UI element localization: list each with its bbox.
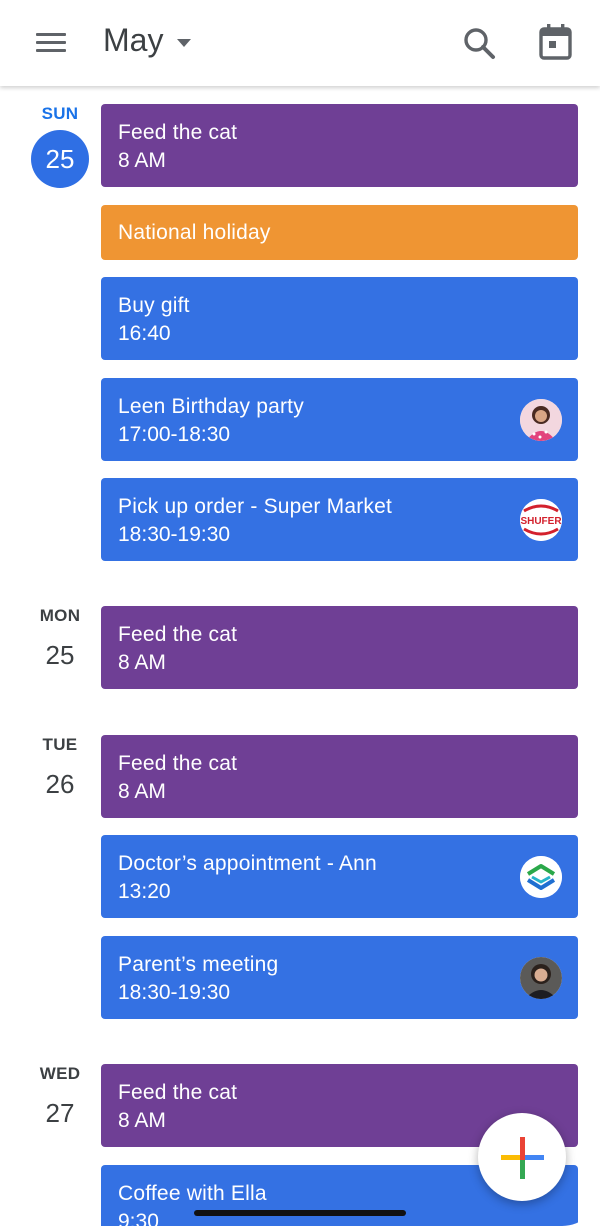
event-time: 8 AM [118, 651, 166, 674]
month-selector[interactable]: May [103, 22, 192, 59]
menu-icon[interactable] [36, 30, 68, 56]
day-number: 25 [31, 130, 89, 188]
calendar-screen: May SUN 25 MON 25 TUE 26 WED 27 Feed the… [0, 0, 600, 1226]
event-time: 16:40 [118, 322, 171, 345]
event-title: Feed the cat [118, 121, 238, 144]
event-card[interactable]: Buy gift 16:40 [101, 277, 578, 360]
app-bar: May [0, 0, 600, 86]
event-time: 8 AM [118, 149, 166, 172]
event-time: 13:20 [118, 880, 171, 903]
person-avatar [520, 957, 562, 999]
event-time: 18:30-19:30 [118, 981, 231, 1004]
shufersal-logo-icon: SHUFER [520, 499, 562, 541]
chevron-down-icon [177, 38, 192, 47]
calendar-today-icon[interactable] [536, 22, 576, 62]
search-icon[interactable] [460, 24, 500, 64]
person-avatar [520, 399, 562, 441]
month-label: May [103, 22, 164, 58]
event-card[interactable]: Feed the cat 8 AM [101, 104, 578, 187]
event-title: Leen Birthday party [118, 395, 304, 418]
svg-text:SHUFER: SHUFER [520, 516, 562, 527]
event-card[interactable]: Feed the cat 8 AM [101, 735, 578, 818]
event-title: Doctor’s appointment - Ann [118, 852, 377, 875]
event-card[interactable]: National holiday [101, 205, 578, 260]
clinic-logo-icon [520, 856, 562, 898]
event-time: 18:30-19:30 [118, 523, 231, 546]
event-title: Pick up order - Super Market [118, 495, 393, 518]
event-title: Feed the cat [118, 623, 238, 646]
event-time: 8 AM [118, 780, 166, 803]
event-card[interactable]: Doctor’s appointment - Ann 13:20 [101, 835, 578, 918]
event-card[interactable]: Feed the cat 8 AM [101, 606, 578, 689]
event-title: Buy gift [118, 294, 190, 317]
event-card[interactable]: Parent’s meeting 18:30-19:30 [101, 936, 578, 1019]
create-event-button[interactable] [478, 1113, 566, 1201]
event-title: Feed the cat [118, 752, 238, 775]
event-card[interactable]: Leen Birthday party 17:00-18:30 [101, 378, 578, 461]
home-indicator [194, 1210, 406, 1216]
event-title: Feed the cat [118, 1081, 238, 1104]
event-title: Parent’s meeting [118, 953, 279, 976]
event-time: 17:00-18:30 [118, 423, 231, 446]
plus-icon [501, 1137, 544, 1179]
event-title: National holiday [118, 221, 271, 244]
event-card[interactable]: Pick up order - Super Market 18:30-19:30… [101, 478, 578, 561]
